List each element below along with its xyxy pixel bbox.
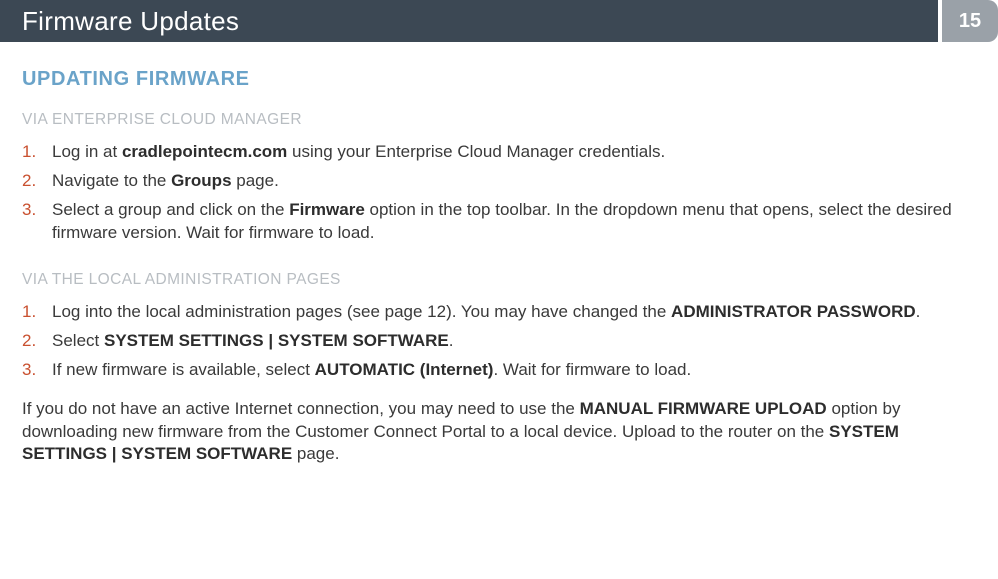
step-item: Navigate to the Groups page. xyxy=(22,170,976,193)
step-text: page. xyxy=(232,171,279,190)
content-area: UPDATING FIRMWARE VIA ENTERPRISE CLOUD M… xyxy=(0,42,998,466)
step-text: Select xyxy=(52,331,104,350)
page-title: Firmware Updates xyxy=(0,0,938,42)
section-heading: UPDATING FIRMWARE xyxy=(22,68,976,91)
subheading-ecm: VIA ENTERPRISE CLOUD MANAGER xyxy=(22,111,976,129)
step-text: . xyxy=(916,302,921,321)
step-text: If new firmware is available, select xyxy=(52,360,315,379)
step-item: Log in at cradlepointecm.com using your … xyxy=(22,141,976,164)
step-text: Navigate to the xyxy=(52,171,171,190)
steps-local: Log into the local administration pages … xyxy=(22,301,976,382)
step-item: Select SYSTEM SETTINGS | SYSTEM SOFTWARE… xyxy=(22,330,976,353)
step-bold: Groups xyxy=(171,171,231,190)
step-text: . xyxy=(449,331,454,350)
note-text: page. xyxy=(292,444,339,463)
step-item: If new firmware is available, select AUT… xyxy=(22,359,976,382)
step-bold: cradlepointecm.com xyxy=(122,142,287,161)
step-text: Select a group and click on the xyxy=(52,200,289,219)
step-bold: Firmware xyxy=(289,200,365,219)
step-text: Log in at xyxy=(52,142,122,161)
subheading-local: VIA THE LOCAL ADMINISTRATION PAGES xyxy=(22,271,976,289)
step-text: Log into the local administration pages … xyxy=(52,302,671,321)
note-text: If you do not have an active Internet co… xyxy=(22,399,580,418)
steps-ecm: Log in at cradlepointecm.com using your … xyxy=(22,141,976,245)
step-text: . Wait for firmware to load. xyxy=(493,360,691,379)
step-bold: ADMINISTRATOR PASSWORD xyxy=(671,302,916,321)
page-number-badge: 15 xyxy=(942,0,998,42)
header-bar: Firmware Updates 15 xyxy=(0,0,998,42)
note-bold: MANUAL FIRMWARE UPLOAD xyxy=(580,399,827,418)
note-paragraph: If you do not have an active Internet co… xyxy=(22,398,976,467)
step-item: Select a group and click on the Firmware… xyxy=(22,199,976,245)
step-item: Log into the local administration pages … xyxy=(22,301,976,324)
step-bold: AUTOMATIC (Internet) xyxy=(315,360,494,379)
step-bold: SYSTEM SETTINGS | SYSTEM SOFTWARE xyxy=(104,331,449,350)
step-text: using your Enterprise Cloud Manager cred… xyxy=(287,142,665,161)
